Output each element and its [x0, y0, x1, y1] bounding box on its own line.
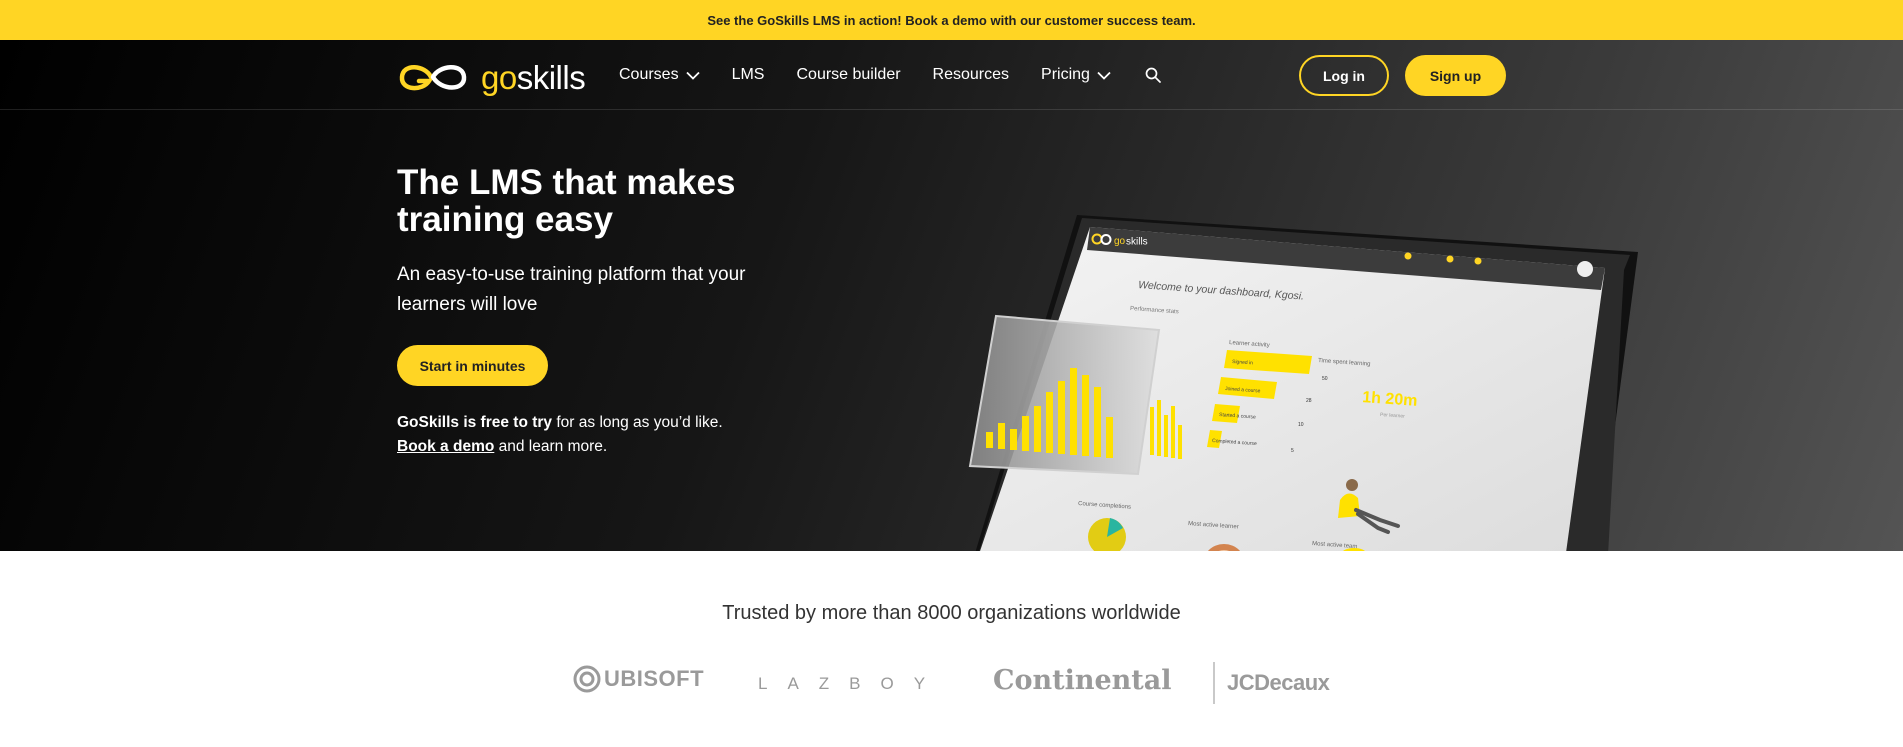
dash-logo-skills: skills [1126, 237, 1148, 248]
dash-activity-value: 50 [1322, 376, 1328, 382]
dash-activity-value: 10 [1298, 422, 1304, 428]
demo-rest: and learn more. [494, 438, 608, 455]
free-trial-note: GoSkills is free to try for as long as y… [397, 411, 723, 459]
jcdecaux-logo: JCDecaux [1213, 662, 1330, 704]
ubisoft-logo: UBISOFT [573, 665, 704, 693]
search-button[interactable] [1143, 65, 1163, 85]
book-demo-link[interactable]: Book a demo [397, 438, 494, 455]
nav-resources[interactable]: Resources [933, 66, 1009, 84]
nav-pricing-label: Pricing [1041, 66, 1090, 83]
hero-section: goskills Courses LMS Course builder Reso… [0, 40, 1903, 551]
nav-course-builder[interactable]: Course builder [796, 66, 900, 84]
customer-logos: UBISOFT LAZBOY Continental JCDecaux [0, 662, 1903, 712]
infinity-logo-icon [399, 65, 467, 91]
hero-subtitle: An easy-to-use training platform that yo… [397, 264, 746, 315]
nav-links: Courses LMS Course builder Resources Pri… [619, 40, 1163, 110]
free-trial-rest: for as long as you’d like. [552, 414, 723, 431]
login-button[interactable]: Log in [1299, 55, 1389, 96]
dash-activity-value: 28 [1306, 398, 1312, 404]
free-trial-strong: GoSkills is free to try [397, 414, 553, 431]
dash-activity-value: 5 [1291, 448, 1294, 454]
continental-logo: Continental [993, 665, 1172, 696]
trusted-heading: Trusted by more than 8000 organizations … [722, 602, 1181, 624]
nav-courses[interactable]: Courses [619, 66, 700, 84]
logo-wordmark: goskills [481, 58, 586, 96]
search-icon [1145, 67, 1161, 83]
nav-pricing[interactable]: Pricing [1041, 66, 1111, 84]
promo-banner: See the GoSkills LMS in action! Book a d… [0, 0, 1903, 40]
ubisoft-swirl-icon [573, 665, 601, 693]
start-in-minutes-button[interactable]: Start in minutes [397, 345, 548, 386]
dashboard-device-illustration: go skills Welcome to your dashboard, Kgo… [968, 215, 1638, 551]
top-nav: goskills Courses LMS Course builder Reso… [0, 40, 1903, 110]
promo-banner-link[interactable]: See the GoSkills LMS in action! Book a d… [707, 13, 1195, 28]
dash-logo-go: go [1114, 236, 1126, 247]
goskills-logo[interactable]: goskills [397, 57, 586, 97]
signup-button[interactable]: Sign up [1405, 55, 1506, 96]
chevron-down-icon [685, 71, 700, 80]
nav-lms[interactable]: LMS [732, 66, 765, 84]
lazboy-logo: LAZBOY [758, 674, 946, 693]
chevron-down-icon [1097, 71, 1111, 80]
hero-title: The LMS that makes training easy [397, 163, 736, 239]
nav-courses-label: Courses [619, 66, 679, 83]
